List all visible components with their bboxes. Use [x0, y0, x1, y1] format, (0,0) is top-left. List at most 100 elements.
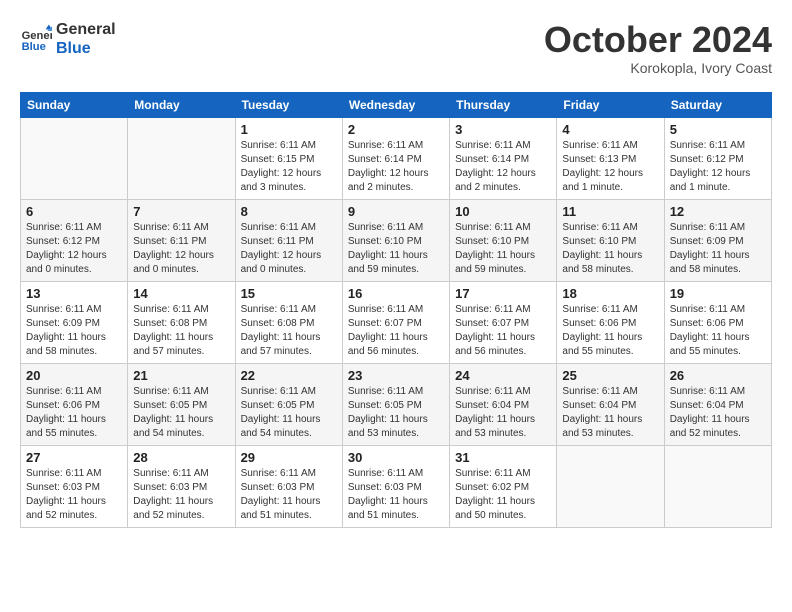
day-number: 26	[670, 368, 766, 383]
day-info: Sunrise: 6:11 AMSunset: 6:14 PMDaylight:…	[455, 139, 551, 195]
day-number: 13	[26, 286, 122, 301]
calendar-day-cell: 21 Sunrise: 6:11 AMSunset: 6:05 PMDayligh…	[128, 363, 235, 445]
day-info: Sunrise: 6:11 AMSunset: 6:07 PMDaylight:…	[455, 303, 551, 359]
day-info: Sunrise: 6:11 AMSunset: 6:05 PMDaylight:…	[348, 385, 444, 441]
calendar-header-row: SundayMondayTuesdayWednesdayThursdayFrid…	[21, 92, 772, 117]
day-number: 10	[455, 204, 551, 219]
day-info: Sunrise: 6:11 AMSunset: 6:11 PMDaylight:…	[133, 221, 229, 277]
day-info: Sunrise: 6:11 AMSunset: 6:13 PMDaylight:…	[562, 139, 658, 195]
calendar-day-cell: 16 Sunrise: 6:11 AMSunset: 6:07 PMDayligh…	[342, 281, 449, 363]
day-info: Sunrise: 6:11 AMSunset: 6:06 PMDaylight:…	[26, 385, 122, 441]
day-info: Sunrise: 6:11 AMSunset: 6:07 PMDaylight:…	[348, 303, 444, 359]
calendar-weekday-header: Monday	[128, 92, 235, 117]
calendar-day-cell: 27Sunrise: 6:11 AMSunset: 6:03 PMDayligh…	[21, 445, 128, 527]
day-info: Sunrise: 6:11 AMSunset: 6:12 PMDaylight:…	[670, 139, 766, 195]
calendar-day-cell: 22 Sunrise: 6:11 AMSunset: 6:05 PMDayligh…	[235, 363, 342, 445]
calendar-table: SundayMondayTuesdayWednesdayThursdayFrid…	[20, 92, 772, 528]
calendar-day-cell: 29 Sunrise: 6:11 AMSunset: 6:03 PMDayligh…	[235, 445, 342, 527]
calendar-day-cell: 28 Sunrise: 6:11 AMSunset: 6:03 PMDayligh…	[128, 445, 235, 527]
calendar-day-cell: 4Sunrise: 6:11 AMSunset: 6:13 PMDaylight…	[557, 117, 664, 199]
calendar-day-cell: 9 Sunrise: 6:11 AMSunset: 6:10 PMDaylight…	[342, 199, 449, 281]
day-info: Sunrise: 6:11 AMSunset: 6:04 PMDaylight:…	[455, 385, 551, 441]
location-subtitle: Korokopla, Ivory Coast	[544, 60, 772, 76]
day-number: 16	[348, 286, 444, 301]
calendar-weekday-header: Thursday	[450, 92, 557, 117]
svg-text:General: General	[22, 30, 52, 42]
logo-icon: General Blue	[20, 23, 52, 55]
day-number: 11	[562, 204, 658, 219]
day-info: Sunrise: 6:11 AMSunset: 6:05 PMDaylight:…	[241, 385, 337, 441]
day-info: Sunrise: 6:11 AMSunset: 6:02 PMDaylight:…	[455, 467, 551, 523]
day-info: Sunrise: 6:11 AMSunset: 6:14 PMDaylight:…	[348, 139, 444, 195]
calendar-day-cell: 23 Sunrise: 6:11 AMSunset: 6:05 PMDayligh…	[342, 363, 449, 445]
day-info: Sunrise: 6:11 AMSunset: 6:08 PMDaylight:…	[133, 303, 229, 359]
calendar-day-cell	[21, 117, 128, 199]
calendar-weekday-header: Friday	[557, 92, 664, 117]
day-number: 5	[670, 122, 766, 137]
calendar-day-cell: 25Sunrise: 6:11 AMSunset: 6:04 PMDayligh…	[557, 363, 664, 445]
day-info: Sunrise: 6:11 AMSunset: 6:10 PMDaylight:…	[348, 221, 444, 277]
calendar-day-cell: 8 Sunrise: 6:11 AMSunset: 6:11 PMDaylight…	[235, 199, 342, 281]
day-number: 15	[241, 286, 337, 301]
calendar-day-cell: 18Sunrise: 6:11 AMSunset: 6:06 PMDayligh…	[557, 281, 664, 363]
day-number: 20	[26, 368, 122, 383]
day-number: 19	[670, 286, 766, 301]
day-info: Sunrise: 6:11 AMSunset: 6:03 PMDaylight:…	[241, 467, 337, 523]
calendar-day-cell: 30Sunrise: 6:11 AMSunset: 6:03 PMDayligh…	[342, 445, 449, 527]
day-number: 31	[455, 450, 551, 465]
calendar-week-row: 20 Sunrise: 6:11 AMSunset: 6:06 PMDayligh…	[21, 363, 772, 445]
calendar-day-cell: 10 Sunrise: 6:11 AMSunset: 6:10 PMDayligh…	[450, 199, 557, 281]
day-info: Sunrise: 6:11 AMSunset: 6:04 PMDaylight:…	[562, 385, 658, 441]
calendar-day-cell: 19Sunrise: 6:11 AMSunset: 6:06 PMDayligh…	[664, 281, 771, 363]
calendar-week-row: 6Sunrise: 6:11 AMSunset: 6:12 PMDaylight…	[21, 199, 772, 281]
day-number: 29	[241, 450, 337, 465]
day-info: Sunrise: 6:11 AMSunset: 6:15 PMDaylight:…	[241, 139, 337, 195]
day-number: 9	[348, 204, 444, 219]
day-info: Sunrise: 6:11 AMSunset: 6:03 PMDaylight:…	[133, 467, 229, 523]
day-number: 24	[455, 368, 551, 383]
calendar-weekday-header: Sunday	[21, 92, 128, 117]
day-number: 2	[348, 122, 444, 137]
calendar-week-row: 13Sunrise: 6:11 AMSunset: 6:09 PMDayligh…	[21, 281, 772, 363]
day-info: Sunrise: 6:11 AMSunset: 6:04 PMDaylight:…	[670, 385, 766, 441]
calendar-day-cell: 7 Sunrise: 6:11 AMSunset: 6:11 PMDaylight…	[128, 199, 235, 281]
calendar-day-cell: 1 Sunrise: 6:11 AMSunset: 6:15 PMDaylight…	[235, 117, 342, 199]
calendar-weekday-header: Tuesday	[235, 92, 342, 117]
day-number: 12	[670, 204, 766, 219]
day-number: 7	[133, 204, 229, 219]
logo-line2: Blue	[56, 39, 116, 58]
day-number: 22	[241, 368, 337, 383]
page-header: General Blue General Blue October 2024 K…	[20, 20, 772, 76]
calendar-week-row: 1 Sunrise: 6:11 AMSunset: 6:15 PMDaylight…	[21, 117, 772, 199]
calendar-day-cell: 5 Sunrise: 6:11 AMSunset: 6:12 PMDaylight…	[664, 117, 771, 199]
calendar-day-cell: 14 Sunrise: 6:11 AMSunset: 6:08 PMDayligh…	[128, 281, 235, 363]
calendar-day-cell: 13Sunrise: 6:11 AMSunset: 6:09 PMDayligh…	[21, 281, 128, 363]
calendar-week-row: 27 Sunrise: 6:11 AMSunset: 6:03 PMDayligh…	[21, 445, 772, 527]
day-info: Sunrise: 6:11 AMSunset: 6:12 PMDaylight:…	[26, 221, 122, 277]
calendar-day-cell: 17Sunrise: 6:11 AMSunset: 6:07 PMDayligh…	[450, 281, 557, 363]
day-number: 1	[241, 122, 337, 137]
logo-line1: General	[56, 20, 116, 39]
calendar-day-cell	[557, 445, 664, 527]
day-info: Sunrise: 6:11 AMSunset: 6:08 PMDaylight:…	[241, 303, 337, 359]
day-info: Sunrise: 6:11 AMSunset: 6:10 PMDaylight:…	[562, 221, 658, 277]
day-number: 14	[133, 286, 229, 301]
day-info: Sunrise: 6:11 AMSunset: 6:06 PMDaylight:…	[562, 303, 658, 359]
day-number: 28	[133, 450, 229, 465]
calendar-weekday-header: Saturday	[664, 92, 771, 117]
day-number: 23	[348, 368, 444, 383]
day-info: Sunrise: 6:11 AMSunset: 6:11 PMDaylight:…	[241, 221, 337, 277]
day-number: 21	[133, 368, 229, 383]
calendar-weekday-header: Wednesday	[342, 92, 449, 117]
svg-text:Blue: Blue	[22, 41, 46, 53]
day-info: Sunrise: 6:11 AMSunset: 6:03 PMDaylight:…	[348, 467, 444, 523]
day-number: 27	[26, 450, 122, 465]
day-number: 8	[241, 204, 337, 219]
calendar-day-cell: 15 Sunrise: 6:11 AMSunset: 6:08 PMDayligh…	[235, 281, 342, 363]
day-info: Sunrise: 6:11 AMSunset: 6:10 PMDaylight:…	[455, 221, 551, 277]
logo: General Blue General Blue	[20, 20, 116, 58]
month-title: October 2024	[544, 20, 772, 60]
calendar-day-cell: 31 Sunrise: 6:11 AMSunset: 6:02 PMDayligh…	[450, 445, 557, 527]
calendar-day-cell	[128, 117, 235, 199]
day-info: Sunrise: 6:11 AMSunset: 6:05 PMDaylight:…	[133, 385, 229, 441]
